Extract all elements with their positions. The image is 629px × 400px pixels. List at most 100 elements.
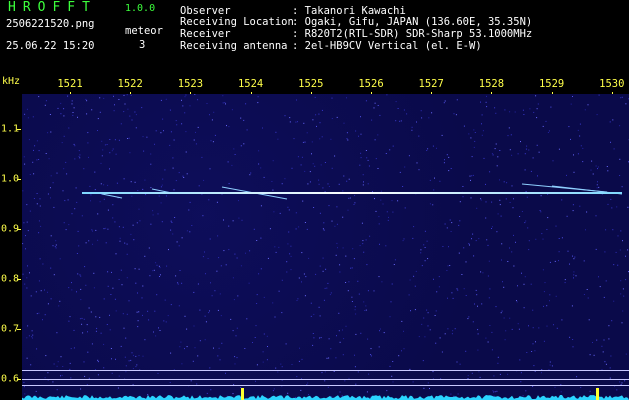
noise-pixel (623, 295, 625, 297)
noise-pixel (202, 215, 204, 217)
noise-pixel (103, 97, 105, 99)
noise-pixel (580, 145, 582, 147)
noise-pixel (217, 355, 219, 357)
noise-pixel (236, 327, 238, 329)
noise-pixel (573, 271, 575, 273)
noise-pixel (363, 301, 365, 303)
meteor-count: 3 (139, 39, 146, 51)
noise-pixel (621, 322, 623, 324)
noise-pixel (553, 324, 554, 326)
noise-pixel (199, 309, 201, 311)
noise-pixel (472, 233, 474, 235)
noise-pixel (357, 280, 359, 282)
noise-pixel (441, 134, 443, 136)
noise-pixel (621, 186, 623, 188)
time-axis: 1.1 1.0 0.9 0.8 0.7 0.6 (0, 94, 22, 400)
waterfall-spectrogram[interactable] (22, 94, 629, 400)
noise-pixel (290, 255, 292, 257)
noise-pixel (420, 110, 422, 112)
noise-pixel (499, 179, 500, 181)
noise-pixel (36, 193, 38, 194)
noise-pixel (567, 250, 569, 252)
noise-pixel (126, 277, 128, 279)
noise-pixel (256, 364, 258, 366)
noise-pixel (402, 240, 404, 242)
noise-pixel (25, 248, 26, 250)
noise-pixel (57, 361, 59, 363)
noise-pixel (413, 226, 415, 228)
noise-pixel (246, 318, 248, 320)
noise-pixel (253, 228, 255, 230)
noise-pixel (355, 130, 357, 132)
noise-pixel (548, 130, 550, 132)
noise-pixel (589, 354, 591, 356)
noise-pixel (525, 148, 527, 150)
noise-pixel (184, 96, 186, 98)
noise-pixel (100, 183, 102, 185)
noise-pixel (244, 348, 246, 349)
noise-pixel (608, 325, 610, 327)
noise-pixel (459, 201, 461, 203)
noise-pixel (473, 146, 475, 148)
noise-pixel (56, 365, 58, 367)
noise-pixel (408, 155, 410, 157)
time-tick-mark (17, 279, 21, 280)
noise-pixel (456, 361, 458, 363)
noise-pixel (306, 228, 308, 230)
noise-pixel (555, 295, 557, 297)
noise-pixel (500, 215, 502, 217)
noise-pixel (303, 122, 305, 124)
noise-pixel (288, 231, 290, 233)
noise-pixel (82, 332, 84, 334)
noise-pixel (297, 298, 299, 300)
noise-pixel (27, 265, 28, 267)
noise-pixel (543, 340, 545, 342)
noise-pixel (503, 317, 505, 319)
noise-pixel (325, 268, 327, 270)
noise-pixel (80, 288, 82, 290)
noise-pixel (331, 97, 333, 99)
noise-pixel (213, 111, 215, 113)
noise-pixel (477, 333, 479, 335)
noise-pixel (163, 130, 164, 132)
noise-pixel (186, 173, 188, 175)
noise-pixel (182, 175, 184, 177)
noise-pixel (225, 103, 226, 105)
noise-pixel (329, 294, 331, 296)
noise-pixel (211, 295, 213, 297)
noise-pixel (45, 355, 47, 357)
noise-pixel (480, 271, 482, 273)
noise-pixel (367, 183, 369, 185)
noise-pixel (354, 309, 356, 311)
noise-pixel (603, 296, 605, 298)
noise-pixel (433, 189, 435, 191)
noise-pixel (87, 351, 89, 353)
noise-pixel (613, 148, 615, 150)
noise-pixel (29, 272, 30, 274)
noise-pixel (290, 245, 292, 247)
noise-pixel (103, 198, 105, 200)
noise-pixel (83, 361, 85, 363)
noise-pixel (197, 126, 199, 128)
noise-pixel (154, 310, 156, 312)
noise-pixel (350, 267, 352, 269)
noise-pixel (347, 290, 349, 292)
noise-pixel (36, 203, 38, 205)
noise-pixel (76, 201, 78, 203)
noise-pixel (94, 171, 96, 173)
noise-pixel (165, 195, 167, 197)
noise-pixel (112, 287, 114, 289)
noise-pixel (485, 337, 487, 339)
noise-pixel (193, 139, 195, 141)
noise-pixel (354, 202, 356, 204)
freq-tick-label: 1526 (358, 78, 384, 90)
noise-pixel (539, 210, 541, 211)
noise-pixel (173, 189, 175, 191)
app-title: HROFFT (8, 0, 97, 15)
noise-pixel (392, 381, 394, 383)
noise-pixel (125, 337, 127, 339)
noise-pixel (272, 302, 274, 304)
noise-pixel (256, 303, 258, 304)
noise-pixel (412, 237, 414, 239)
frequency-marker (596, 388, 599, 400)
